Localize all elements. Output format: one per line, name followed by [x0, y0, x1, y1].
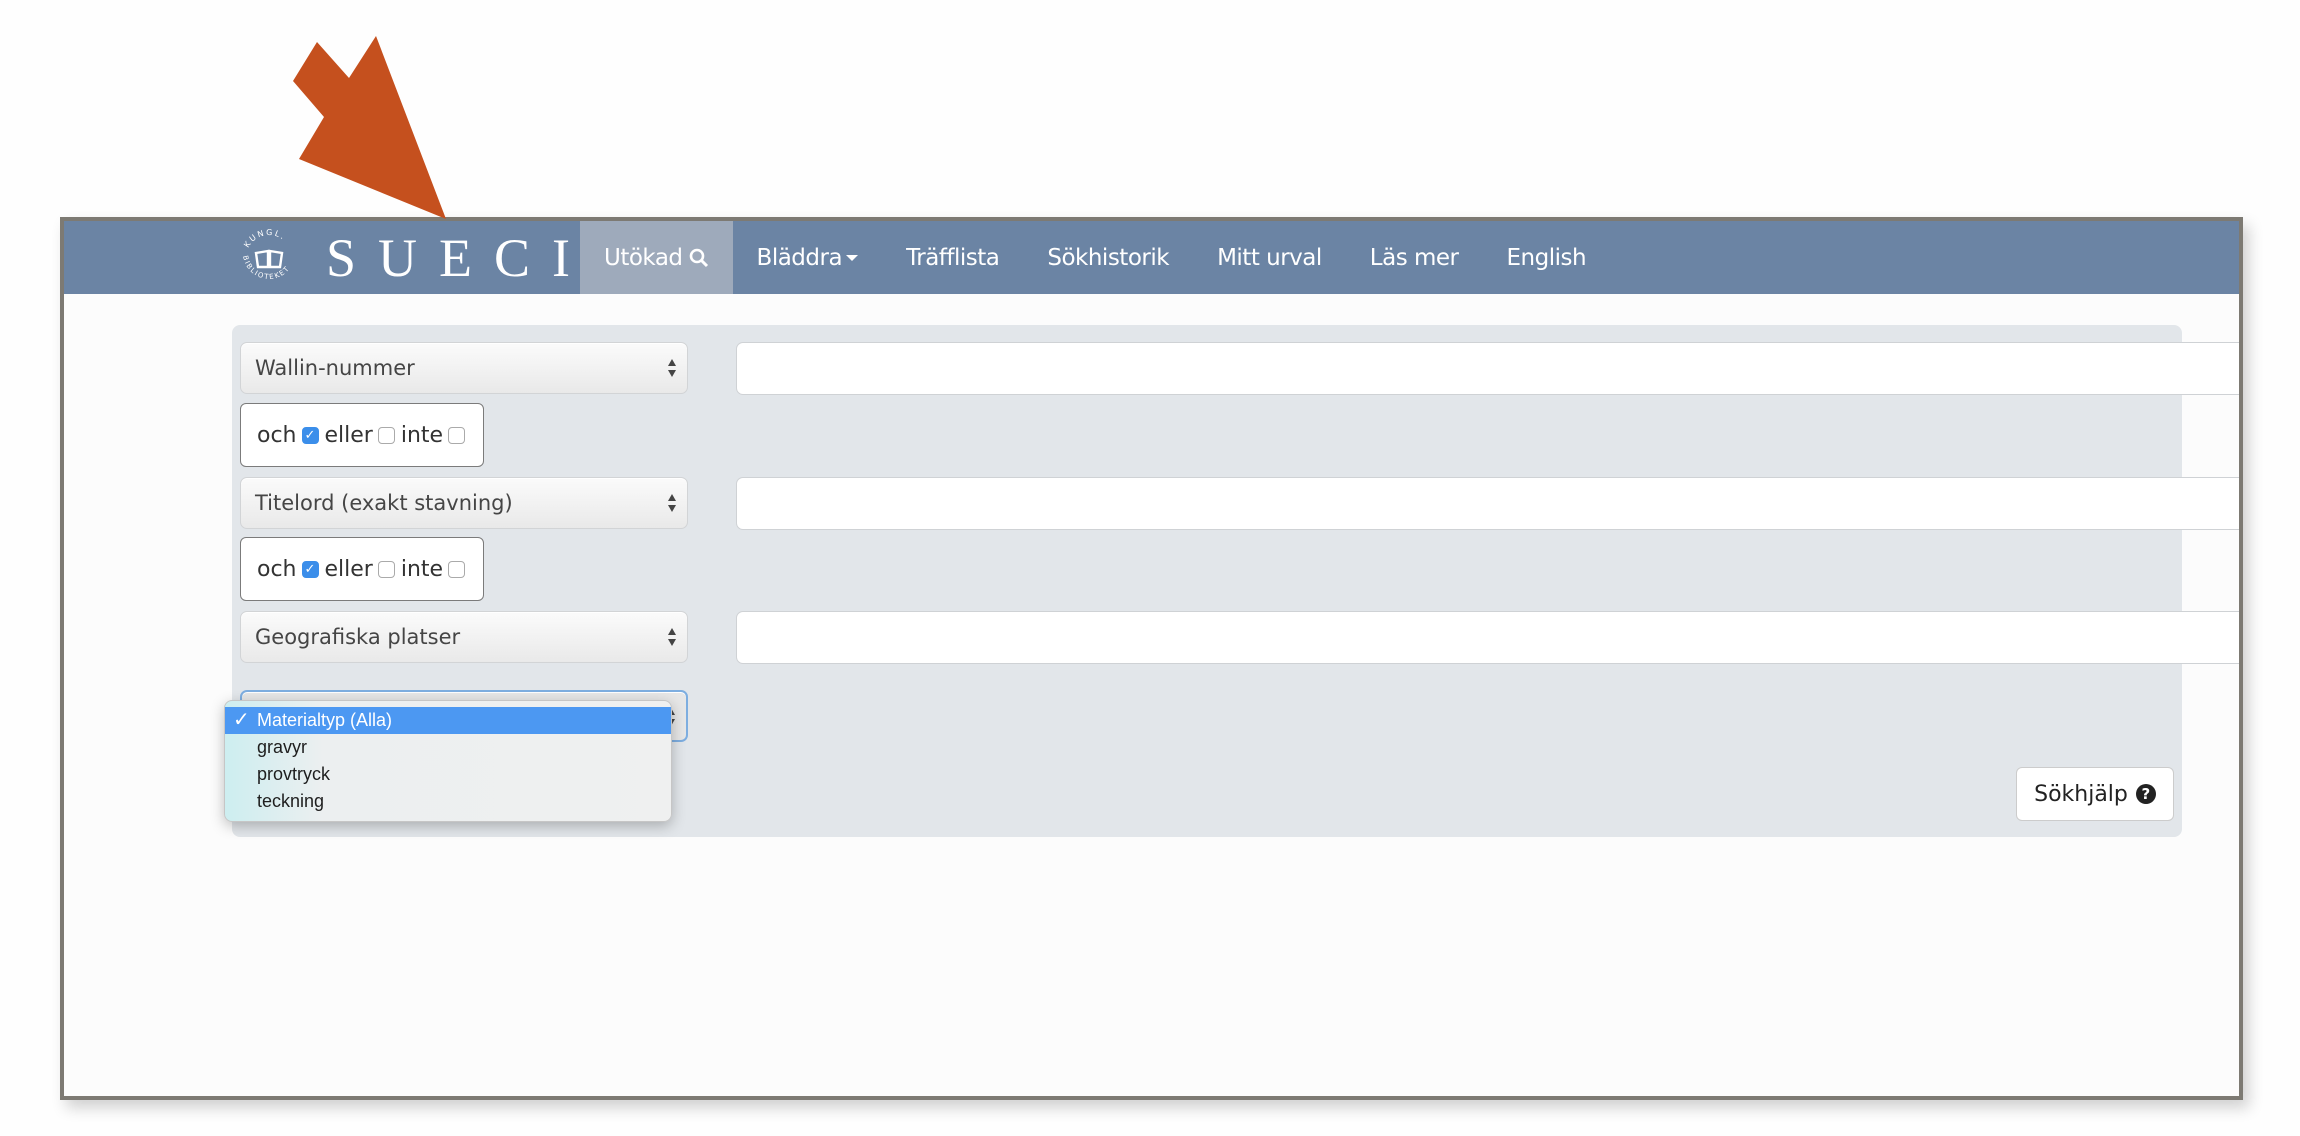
inte-checkbox[interactable] [448, 426, 466, 444]
navbar: KUNGL. BIBLIOTEKET SUECIA Utökad Bläddra… [64, 221, 2239, 294]
search-icon [689, 248, 708, 267]
nav-item-label: English [1506, 244, 1587, 271]
nav-item-mitt-urval[interactable]: Mitt urval [1193, 221, 1346, 294]
eller-checkbox[interactable] [377, 560, 395, 578]
nav-item-label: Bläddra [756, 244, 843, 271]
search-help-button[interactable]: Sökhjälp ? [2016, 767, 2174, 821]
arrow-shape [293, 36, 446, 219]
search-term-input-2[interactable] [736, 477, 2239, 530]
boolean-operator-group-2: och ✓ eller inte [240, 537, 484, 601]
field-select-value: Titelord (exakt stavning) [255, 491, 513, 515]
option-label: provtryck [257, 764, 331, 784]
kungl-biblioteket-seal-icon: KUNGL. BIBLIOTEKET [241, 227, 290, 280]
nav-item-las-mer[interactable]: Läs mer [1346, 221, 1483, 294]
inte-label: inte [400, 422, 444, 448]
boolean-operator-group-1: och ✓ eller inte [240, 403, 484, 467]
option-label: teckning [257, 791, 325, 811]
field-select-value: Wallin-nummer [255, 356, 415, 380]
field-select-value: Geografiska platser [255, 625, 461, 649]
updown-arrows-icon [668, 628, 676, 646]
eller-label: eller [324, 422, 373, 448]
field-select-3[interactable]: Geografiska platser [240, 611, 688, 663]
inte-label: inte [400, 556, 444, 582]
option-label: gravyr [257, 737, 308, 757]
field-select-2[interactable]: Titelord (exakt stavning) [240, 477, 688, 529]
search-term-input-1[interactable] [736, 342, 2239, 395]
seal-text-top: KUNGL. [242, 227, 286, 248]
inte-checkbox[interactable] [448, 560, 466, 578]
updown-arrows-icon [668, 494, 676, 512]
nav-item-sokhistorik[interactable]: Sökhistorik [1023, 221, 1193, 294]
dropdown-option[interactable]: teckning [225, 788, 671, 815]
updown-arrows-icon [668, 359, 676, 377]
caret-down-icon [846, 254, 859, 261]
nav-item-label: Utökad [604, 244, 683, 271]
och-label: och [257, 422, 297, 448]
nav-item-utokad[interactable]: Utökad [580, 221, 733, 294]
nav-item-english[interactable]: English [1483, 221, 1611, 294]
dropdown-option[interactable]: provtryck [225, 761, 671, 788]
checkmark-icon: ✓ [233, 709, 250, 731]
option-label: Materialtyp (Alla) [257, 710, 393, 730]
nav-item-label: Läs mer [1369, 244, 1459, 271]
nav-item-label: Sökhistorik [1047, 244, 1170, 271]
search-term-input-3[interactable] [736, 611, 2239, 664]
main-nav: Utökad Bläddra Träfflista Sökhistorik Mi… [580, 221, 1610, 294]
search-help-label: Sökhjälp [2034, 781, 2128, 807]
nav-item-label: Mitt urval [1217, 244, 1322, 271]
field-select-1[interactable]: Wallin-nummer [240, 342, 688, 394]
nav-item-label: Träfflista [906, 244, 1000, 271]
dropdown-option[interactable]: ✓ Materialtyp (Alla) [225, 707, 671, 734]
svg-text:KUNGL.: KUNGL. [242, 227, 288, 248]
eller-checkbox[interactable] [377, 426, 395, 444]
browser-window: KUNGL. BIBLIOTEKET SUECIA Utökad Bläddra… [60, 217, 2243, 1100]
och-label: och [257, 556, 297, 582]
och-checkbox[interactable]: ✓ [301, 560, 319, 578]
nav-item-trafflista[interactable]: Träfflista [882, 221, 1023, 294]
dropdown-option[interactable]: gravyr [225, 734, 671, 761]
nav-item-bladdra[interactable]: Bläddra [733, 221, 883, 294]
eller-label: eller [324, 556, 373, 582]
material-type-dropdown: ✓ Materialtyp (Alla) gravyr provtryck te… [224, 700, 672, 822]
question-circle-icon: ? [2135, 784, 2156, 804]
och-checkbox[interactable]: ✓ [301, 426, 319, 444]
